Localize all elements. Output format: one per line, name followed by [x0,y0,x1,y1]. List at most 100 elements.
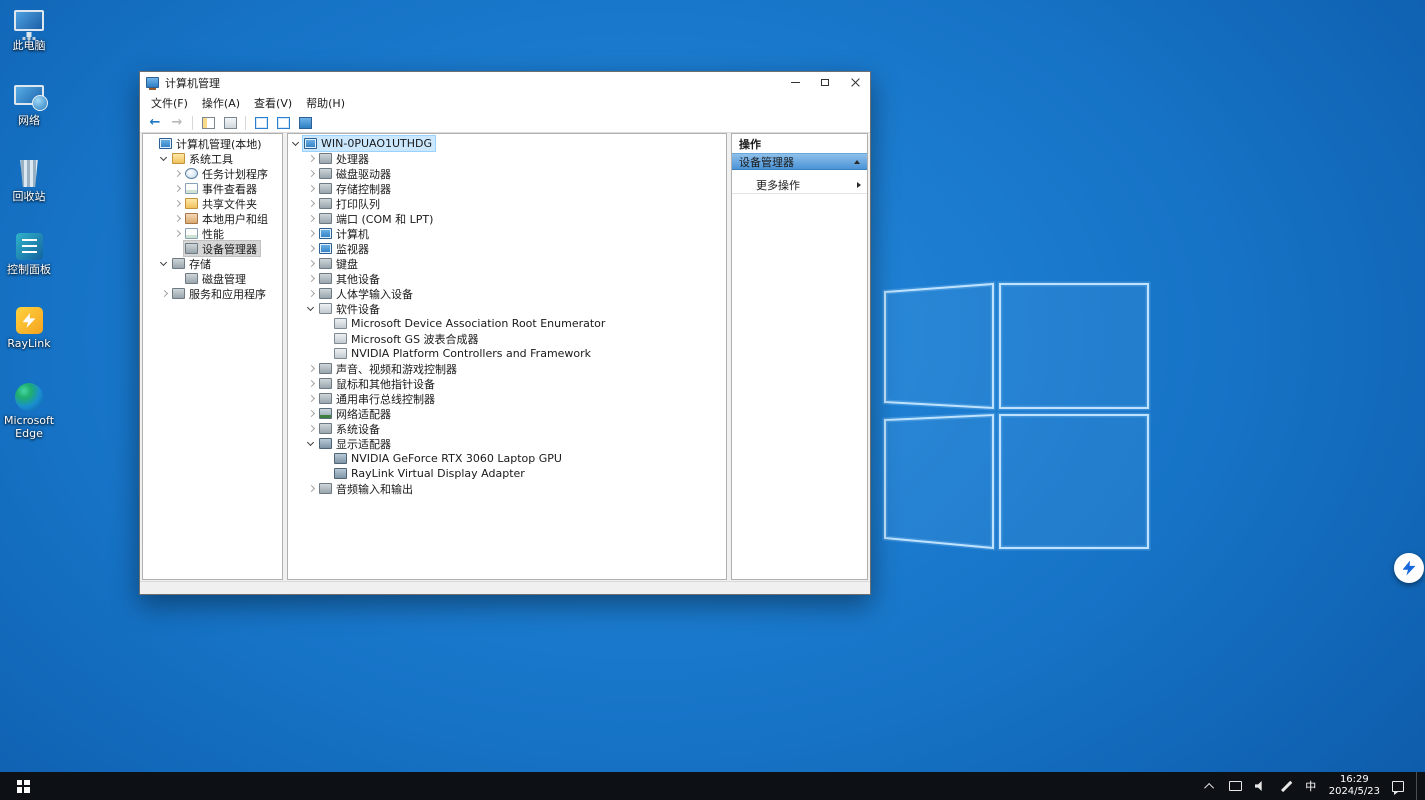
tree-item[interactable]: RayLink Virtual Display Adapter [288,466,726,481]
desktop-icon-edge[interactable]: Microsoft Edge [0,383,58,440]
collapse-icon[interactable] [854,160,860,164]
expand-closed-icon[interactable] [305,196,318,211]
tree-item[interactable]: 设备管理器 [143,241,282,256]
show-desktop-button[interactable] [1416,772,1421,800]
actions-pane: 操作 设备管理器 更多操作 [731,133,868,580]
raylink-floating-button[interactable] [1394,553,1424,583]
tree-item[interactable]: 存储控制器 [288,181,726,196]
tree-item-label: 事件查看器 [202,181,257,197]
expand-closed-icon[interactable] [171,211,184,226]
forward-button[interactable] [167,114,187,131]
expand-closed-icon[interactable] [305,271,318,286]
desktop-icon-network[interactable]: 网络 [0,85,58,127]
maximize-button[interactable] [810,72,840,93]
tree-item[interactable]: 其他设备 [288,271,726,286]
desktop-icon-recycle-bin[interactable]: 回收站 [0,160,58,203]
tree-item[interactable]: 任务计划程序 [143,166,282,181]
tree-item[interactable]: 人体学输入设备 [288,286,726,301]
tree-item[interactable]: 端口 (COM 和 LPT) [288,211,726,226]
menu-item[interactable]: 帮助(H) [299,93,352,113]
expand-closed-icon[interactable] [305,181,318,196]
export-list-button[interactable] [251,114,271,131]
tray-expand-button[interactable] [1204,772,1218,800]
expand-closed-icon[interactable] [171,166,184,181]
expand-closed-icon[interactable] [305,166,318,181]
expand-closed-icon[interactable] [171,226,184,241]
scan-hardware-button[interactable] [295,114,315,131]
properties-icon [224,117,237,129]
tree-item[interactable]: 软件设备 [288,301,726,316]
expand-closed-icon[interactable] [305,256,318,271]
expand-closed-icon[interactable] [305,421,318,436]
tree-item[interactable]: 处理器 [288,151,726,166]
tree-item[interactable]: 存储 [143,256,282,271]
tree-item[interactable]: 键盘 [288,256,726,271]
tree-item[interactable]: WIN-0PUAO1UTHDG [288,136,726,151]
actions-section-device-manager[interactable]: 设备管理器 [732,153,867,170]
tree-item[interactable]: 通用串行总线控制器 [288,391,726,406]
back-button[interactable] [145,114,165,131]
expand-open-icon[interactable] [158,151,171,166]
tray-display-button[interactable] [1229,772,1243,800]
tree-item[interactable]: 共享文件夹 [143,196,282,211]
expand-closed-icon[interactable] [305,361,318,376]
taskbar-clock[interactable]: 16:29 2024/5/23 [1329,774,1380,798]
tree-item[interactable]: 声音、视频和游戏控制器 [288,361,726,376]
tree-item[interactable]: 事件查看器 [143,181,282,196]
tray-pen-button[interactable] [1279,772,1293,800]
more-actions-item[interactable]: 更多操作 [732,176,867,194]
tray-volume-button[interactable] [1254,772,1268,800]
tree-item[interactable]: 磁盘驱动器 [288,166,726,181]
expand-closed-icon[interactable] [158,286,171,301]
minimize-button[interactable] [780,72,810,93]
expand-closed-icon[interactable] [305,151,318,166]
tree-item[interactable]: 监视器 [288,241,726,256]
expand-closed-icon[interactable] [305,286,318,301]
tree-item[interactable]: NVIDIA GeForce RTX 3060 Laptop GPU [288,451,726,466]
tree-item[interactable]: 磁盘管理 [143,271,282,286]
expand-open-icon[interactable] [305,436,318,451]
tree-item[interactable]: 显示适配器 [288,436,726,451]
menu-item[interactable]: 操作(A) [195,93,247,113]
start-button[interactable] [0,772,46,800]
expand-open-icon[interactable] [290,136,303,151]
ime-indicator[interactable]: 中 [1304,772,1318,800]
expand-open-icon[interactable] [305,301,318,316]
action-center-button[interactable] [1391,772,1405,800]
tree-item[interactable]: 打印队列 [288,196,726,211]
tree-item[interactable]: 性能 [143,226,282,241]
tree-item[interactable]: 系统设备 [288,421,726,436]
title-bar[interactable]: 计算机管理 [140,72,870,93]
expand-closed-icon[interactable] [305,241,318,256]
tree-item[interactable]: 系统工具 [143,151,282,166]
expand-closed-icon[interactable] [305,481,318,496]
tree-item[interactable]: Microsoft Device Association Root Enumer… [288,316,726,331]
computer-management-window: 计算机管理 文件(F)操作(A)查看(V)帮助(H) 计算机管理(本地)系统工具… [139,71,871,595]
show-hide-console-tree-button[interactable] [198,114,218,131]
desktop-icon-raylink[interactable]: RayLink [0,307,58,350]
expand-closed-icon[interactable] [171,196,184,211]
menu-item[interactable]: 查看(V) [247,93,299,113]
tree-item[interactable]: Microsoft GS 波表合成器 [288,331,726,346]
expand-closed-icon[interactable] [305,406,318,421]
help-button[interactable] [273,114,293,131]
properties-button[interactable] [220,114,240,131]
menu-item[interactable]: 文件(F) [144,93,195,113]
tree-item[interactable]: 计算机 [288,226,726,241]
expand-closed-icon[interactable] [305,391,318,406]
expand-closed-icon[interactable] [305,211,318,226]
tree-item[interactable]: 音频输入和输出 [288,481,726,496]
tree-item[interactable]: 本地用户和组 [143,211,282,226]
expand-closed-icon[interactable] [171,181,184,196]
desktop-icon-this-pc[interactable]: 此电脑 [0,10,58,52]
expand-closed-icon[interactable] [305,226,318,241]
close-button[interactable] [840,72,870,93]
tree-item[interactable]: NVIDIA Platform Controllers and Framewor… [288,346,726,361]
expand-closed-icon[interactable] [305,376,318,391]
tree-item[interactable]: 计算机管理(本地) [143,136,282,151]
tree-item[interactable]: 鼠标和其他指针设备 [288,376,726,391]
desktop-icon-control-panel[interactable]: 控制面板 [0,233,58,276]
expand-open-icon[interactable] [158,256,171,271]
tree-item[interactable]: 网络适配器 [288,406,726,421]
tree-item[interactable]: 服务和应用程序 [143,286,282,301]
